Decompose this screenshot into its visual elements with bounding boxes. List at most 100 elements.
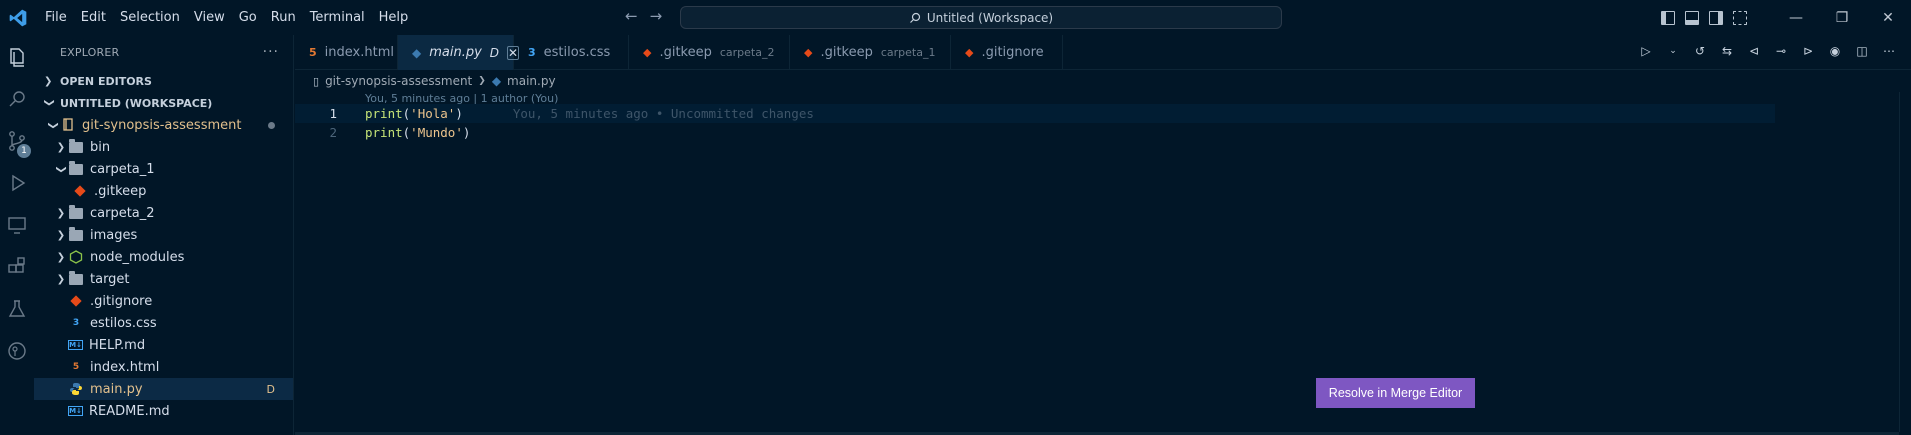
menu-terminal[interactable]: Terminal bbox=[303, 0, 372, 35]
code-editor[interactable]: 1 print('Hola') You, 5 minutes ago • Unc… bbox=[295, 104, 1775, 142]
git-file-icon: ◆ bbox=[804, 46, 813, 59]
tab-index-html[interactable]: 5 index.html bbox=[295, 35, 398, 70]
menu-selection[interactable]: Selection bbox=[113, 0, 187, 35]
tree-item-label: index.html bbox=[90, 359, 160, 375]
tab-estilos-css[interactable]: 3 estilos.css bbox=[514, 35, 629, 70]
chevron-down-icon: ❯ bbox=[47, 120, 59, 130]
remote-explorer-icon[interactable] bbox=[5, 213, 29, 237]
breadcrumb-file[interactable]: main.py bbox=[507, 74, 556, 88]
compare-changes-icon[interactable]: ⇆ bbox=[1719, 43, 1735, 59]
tree-file-gitignore[interactable]: .gitignore bbox=[34, 290, 293, 312]
menu-edit[interactable]: Edit bbox=[74, 0, 113, 35]
back-arrow-icon[interactable]: ← bbox=[625, 7, 638, 25]
editor-area: 5 index.html ◆ main.py D ✕ 3 estilos.css… bbox=[295, 35, 1911, 435]
git-file-icon: ◆ bbox=[965, 46, 974, 59]
tree-folder-images[interactable]: ❯ images bbox=[34, 224, 293, 246]
tree-folder-carpeta-1[interactable]: ❯ carpeta_1 bbox=[34, 158, 293, 180]
inline-blame: You, 5 minutes ago • Uncommitted changes bbox=[512, 106, 814, 121]
tree-folder-carpeta-2[interactable]: ❯ carpeta_2 bbox=[34, 202, 293, 224]
forward-arrow-icon[interactable]: → bbox=[650, 7, 663, 25]
tree-item-label: bin bbox=[90, 139, 111, 155]
chevron-right-icon: ❯ bbox=[56, 229, 66, 241]
tree-root-folder[interactable]: ❯ git-synopsis-assessment bbox=[34, 114, 293, 136]
search-view-icon[interactable] bbox=[5, 87, 29, 111]
css-file-icon: 3 bbox=[72, 318, 80, 328]
search-icon bbox=[909, 12, 920, 23]
timeline-icon[interactable]: ↺ bbox=[1692, 43, 1708, 59]
node-icon bbox=[68, 249, 84, 265]
run-python-icon[interactable]: ▷ bbox=[1638, 43, 1654, 59]
chevron-right-icon: ❯ bbox=[56, 251, 66, 263]
folder-icon bbox=[68, 226, 84, 243]
restore-icon[interactable]: ❐ bbox=[1819, 10, 1865, 26]
breadcrumb: ▯ git-synopsis-assessment ❯ ◆ main.py bbox=[295, 70, 1911, 92]
menu-go[interactable]: Go bbox=[232, 0, 264, 35]
open-editors-label: OPEN EDITORS bbox=[60, 74, 152, 88]
gitlens-inspect-icon[interactable]: ◉ bbox=[1827, 43, 1843, 59]
tree-folder-bin[interactable]: ❯ bin bbox=[34, 136, 293, 158]
toggle-panel-icon[interactable] bbox=[1685, 10, 1699, 25]
split-editor-icon[interactable]: ◫ bbox=[1854, 43, 1870, 59]
previous-change-icon[interactable]: ⊲ bbox=[1746, 43, 1762, 59]
minimize-icon[interactable]: — bbox=[1773, 10, 1819, 26]
tree-file-help-md[interactable]: M↓ HELP.md bbox=[34, 334, 293, 356]
tab-gitkeep-carpeta-2[interactable]: ◆ .gitkeep carpeta_2 bbox=[629, 35, 790, 70]
tree-item-label: node_modules bbox=[90, 249, 185, 265]
tree-file-gitkeep[interactable]: .gitkeep bbox=[34, 180, 293, 202]
explorer-sidebar: EXPLORER ··· ❯ OPEN EDITORS ❯ UNTITLED (WO… bbox=[34, 35, 294, 435]
tree-item-label: .gitignore bbox=[90, 293, 153, 309]
more-actions-icon[interactable]: ··· bbox=[263, 35, 279, 70]
workspace-section[interactable]: ❯ UNTITLED (WORKSPACE) bbox=[34, 92, 293, 114]
command-center-label: Untitled (Workspace) bbox=[926, 10, 1054, 25]
tree-file-readme-md[interactable]: M↓ README.md bbox=[34, 400, 293, 422]
editor-toolbar: ▷ ⌄ ↺ ⇆ ⊲ ⊸ ⊳ ◉ ◫ ⋯ bbox=[1638, 43, 1897, 59]
toggle-primary-sidebar-icon[interactable] bbox=[1661, 10, 1675, 25]
close-window-icon[interactable]: ✕ bbox=[1865, 10, 1911, 26]
tab-gitkeep-carpeta-1[interactable]: ◆ .gitkeep carpeta_1 bbox=[790, 35, 951, 70]
extensions-icon[interactable] bbox=[5, 255, 29, 279]
chevron-right-icon: ❯ bbox=[56, 273, 66, 285]
gitlens-icon[interactable] bbox=[5, 339, 29, 363]
open-editors-section[interactable]: ❯ OPEN EDITORS bbox=[34, 70, 293, 92]
chevron-right-icon: ❯ bbox=[56, 141, 66, 153]
menu-file[interactable]: File bbox=[38, 0, 74, 35]
tab-description: carpeta_2 bbox=[719, 46, 775, 59]
tree-item-label: carpeta_2 bbox=[90, 205, 155, 221]
chevron-right-icon: ❯ bbox=[56, 207, 66, 219]
menu-help[interactable]: Help bbox=[372, 0, 416, 35]
folder-open-icon bbox=[68, 160, 84, 177]
tree-item-label: target bbox=[90, 271, 130, 287]
html-file-icon: 5 bbox=[72, 362, 80, 372]
tab-main-py[interactable]: ◆ main.py D ✕ bbox=[398, 35, 520, 70]
commit-icon[interactable]: ⊸ bbox=[1773, 43, 1789, 59]
tab-label: .gitkeep bbox=[659, 45, 712, 60]
html-file-icon: 5 bbox=[309, 46, 317, 59]
next-change-icon[interactable]: ⊳ bbox=[1800, 43, 1816, 59]
tree-item-label: README.md bbox=[89, 403, 170, 419]
folder-icon bbox=[68, 270, 84, 287]
toggle-secondary-sidebar-icon[interactable] bbox=[1709, 10, 1723, 25]
tree-folder-node-modules[interactable]: ❯ node_modules bbox=[34, 246, 293, 268]
resolve-merge-editor-button[interactable]: Resolve in Merge Editor bbox=[1316, 378, 1475, 408]
chevron-down-icon: ❯ bbox=[43, 98, 55, 107]
function-token: print bbox=[365, 125, 403, 140]
tree-item-label: carpeta_1 bbox=[90, 161, 155, 177]
tree-folder-target[interactable]: ❯ target bbox=[34, 268, 293, 290]
tree-file-estilos-css[interactable]: 3 estilos.css bbox=[34, 312, 293, 334]
run-debug-icon[interactable] bbox=[5, 171, 29, 195]
menu-run[interactable]: Run bbox=[264, 0, 303, 35]
tree-file-index-html[interactable]: 5 index.html bbox=[34, 356, 293, 378]
tab-gitignore[interactable]: ◆ .gitignore bbox=[951, 35, 1063, 70]
python-file-icon: ◆ bbox=[412, 45, 422, 60]
minimap[interactable] bbox=[1899, 92, 1911, 432]
breadcrumb-folder[interactable]: git-synopsis-assessment bbox=[325, 74, 472, 88]
folder-icon bbox=[68, 138, 84, 155]
tree-file-main-py[interactable]: main.py D bbox=[34, 378, 293, 400]
menu-view[interactable]: View bbox=[187, 0, 232, 35]
run-dropdown-icon[interactable]: ⌄ bbox=[1665, 43, 1681, 59]
explorer-icon[interactable] bbox=[5, 45, 29, 69]
command-center[interactable]: Untitled (Workspace) bbox=[680, 6, 1282, 29]
more-actions-icon[interactable]: ⋯ bbox=[1881, 43, 1897, 59]
customize-layout-icon[interactable] bbox=[1733, 10, 1747, 25]
testing-icon[interactable] bbox=[5, 297, 29, 321]
